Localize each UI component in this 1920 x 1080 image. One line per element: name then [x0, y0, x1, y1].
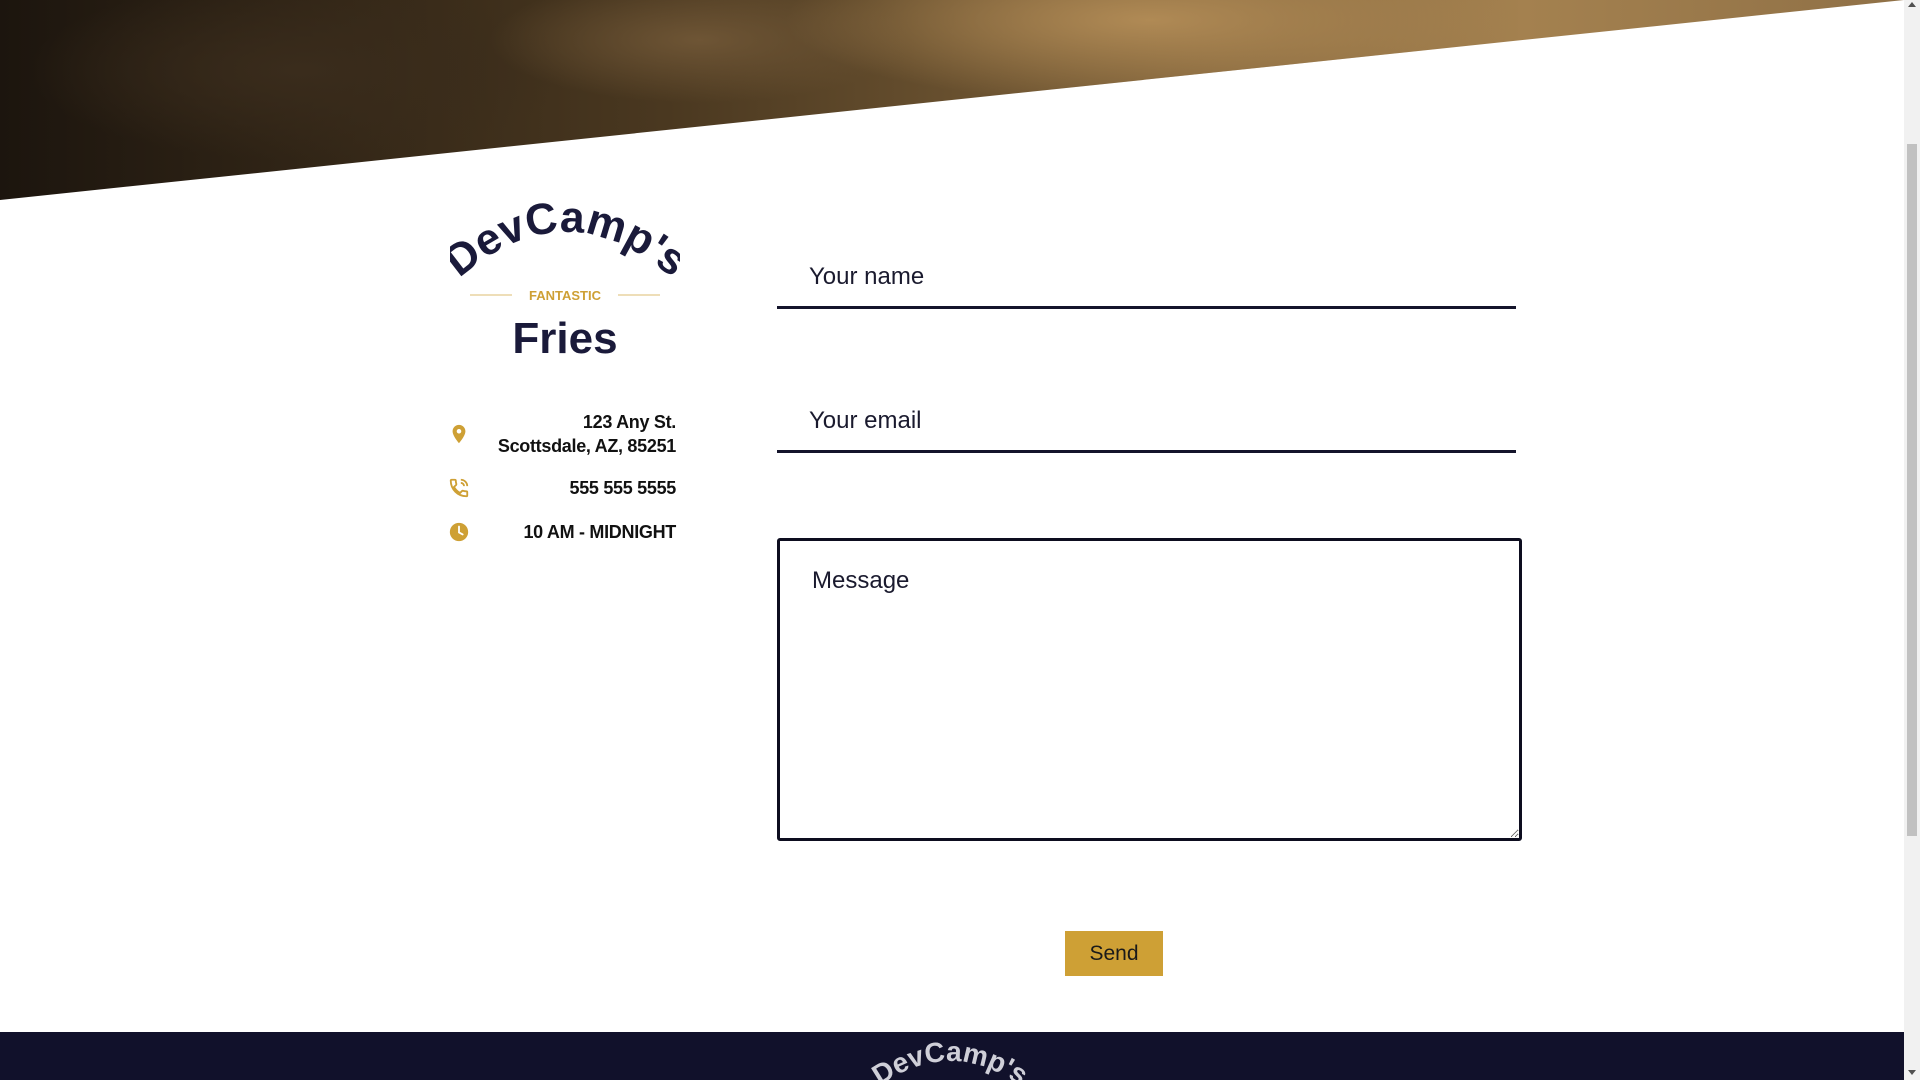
hours-text: 10 AM - MIDNIGHT: [523, 522, 676, 542]
address-line2: Scottsdale, AZ, 85251: [497, 436, 676, 456]
scroll-up-arrow-icon[interactable]: [1908, 2, 1916, 7]
scroll-thumb[interactable]: [1907, 144, 1917, 836]
contact-section: DevCamp's FANTASTIC Fries 123 Any St. Sc…: [0, 0, 1904, 1080]
clock-icon: [448, 521, 470, 543]
email-input[interactable]: [777, 391, 1516, 453]
logo-product: Fries: [512, 314, 617, 363]
svg-text:DevCamp's: DevCamp's: [870, 1040, 1030, 1080]
logo-brand-text: DevCamp's: [450, 198, 680, 286]
footer: DevCamp's: [0, 1032, 1904, 1080]
hours-row: 10 AM - MIDNIGHT: [448, 520, 676, 546]
scroll-down-arrow-icon[interactable]: [1908, 1070, 1916, 1075]
page-scrollbar[interactable]: [1904, 0, 1920, 1080]
logo[interactable]: DevCamp's FANTASTIC Fries: [450, 198, 680, 368]
message-textarea[interactable]: [777, 538, 1522, 841]
name-input[interactable]: [777, 247, 1516, 309]
phone-number[interactable]: 555 555 5555: [569, 476, 676, 500]
logo-tagline: FANTASTIC: [529, 288, 602, 303]
phone-row: 555 555 5555: [448, 476, 676, 502]
footer-logo[interactable]: DevCamp's: [870, 1040, 1030, 1080]
phone-icon: [448, 477, 470, 499]
map-pin-icon: [448, 423, 470, 445]
footer-logo-text: DevCamp's: [870, 1040, 1030, 1080]
send-button[interactable]: Send: [1065, 931, 1163, 976]
address-line1: 123 Any St.: [582, 412, 676, 432]
address-row: 123 Any St. Scottsdale, AZ, 85251: [448, 410, 676, 460]
logo-graphic: DevCamp's FANTASTIC Fries: [450, 198, 680, 363]
